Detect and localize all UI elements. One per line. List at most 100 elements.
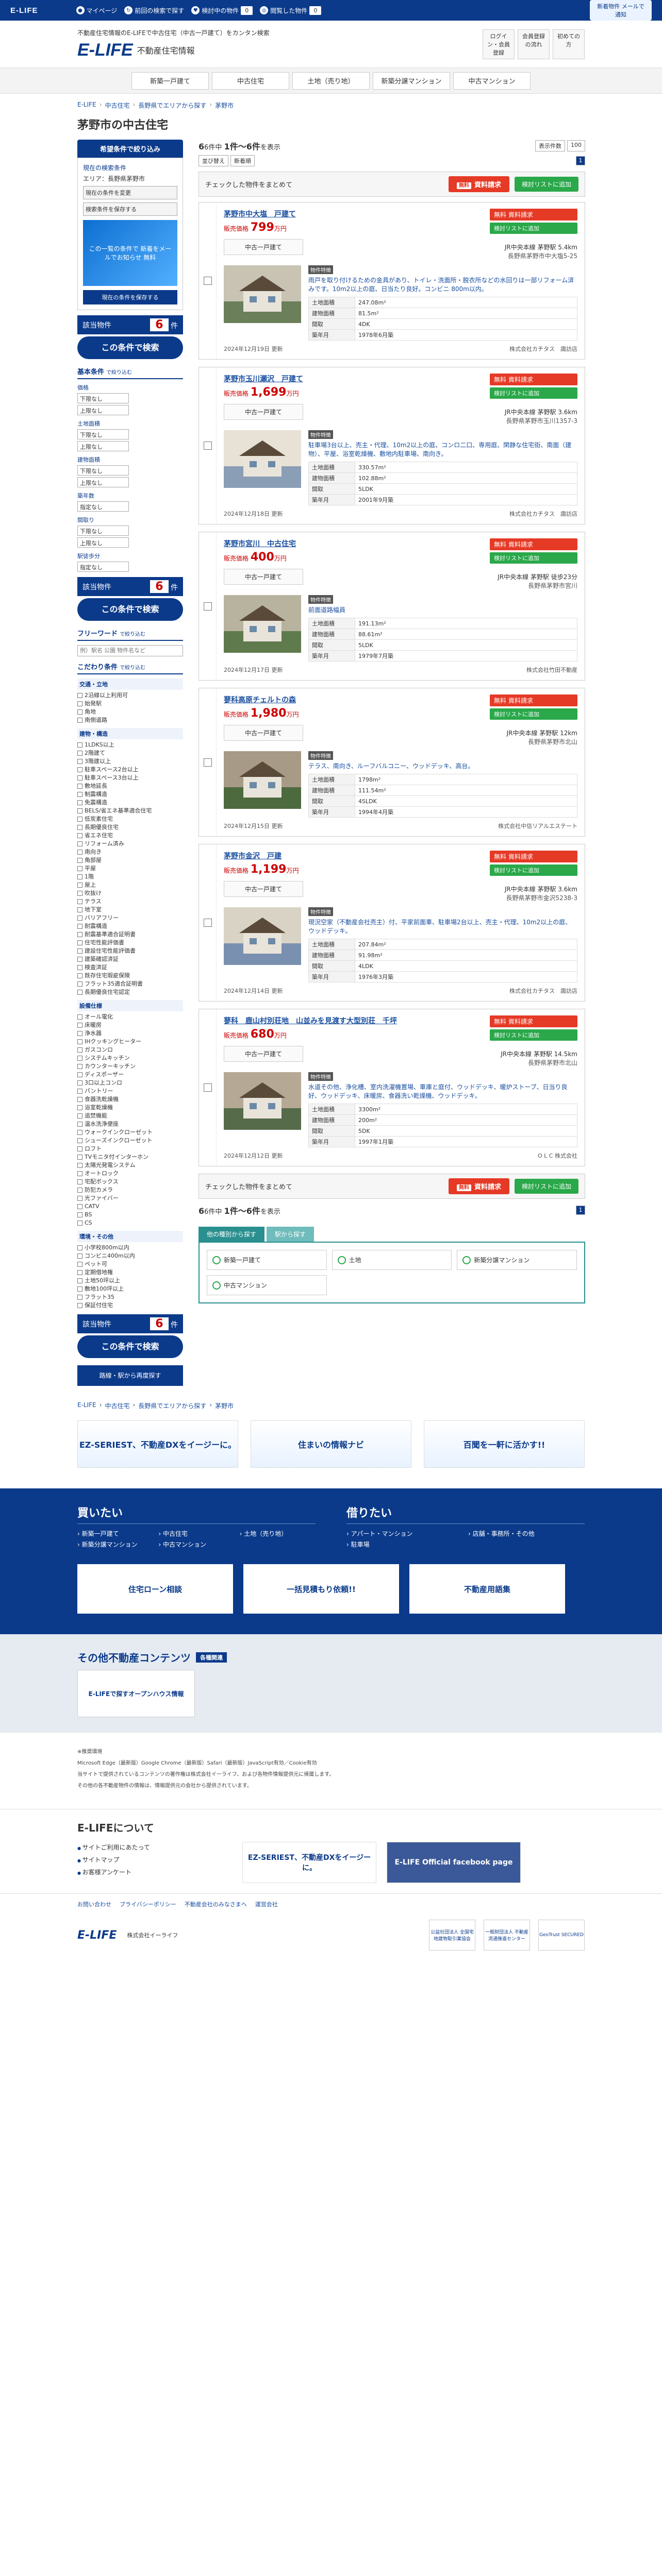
- land-max-select[interactable]: 上限なし: [77, 441, 129, 451]
- breadcrumb-category[interactable]: 中古住宅: [105, 101, 129, 110]
- viewed-link[interactable]: ◎ 閲覧した物件 0: [260, 6, 322, 15]
- pref-checkbox[interactable]: 1階: [77, 873, 183, 880]
- pref-checkbox[interactable]: オール電化: [77, 1013, 183, 1021]
- layout-max-select[interactable]: 上限なし: [77, 537, 129, 548]
- listing-favorite-button[interactable]: 検討リストに追加: [490, 387, 577, 399]
- footer-buy-used-house[interactable]: 中古住宅: [158, 1529, 234, 1538]
- listing-title[interactable]: 茅野市宮川 中古住宅: [224, 538, 296, 549]
- listing-favorite-button[interactable]: 検討リストに追加: [490, 865, 577, 876]
- tab-link-used-mansion[interactable]: 中古マンション: [207, 1275, 327, 1295]
- bulk-favorite-button-bottom[interactable]: 検討リストに追加: [514, 1179, 578, 1194]
- pref-checkbox[interactable]: 省エネ住宅: [77, 832, 183, 839]
- pref-checkbox[interactable]: 建設住宅性能評価書: [77, 947, 183, 955]
- pref-checkbox[interactable]: 角部屋: [77, 857, 183, 864]
- footer-buy-used-mansion[interactable]: 中古マンション: [158, 1540, 234, 1549]
- pref-checkbox[interactable]: ウォークインクローゼット: [77, 1129, 183, 1136]
- pref-checkbox[interactable]: ガスコンロ: [77, 1046, 183, 1054]
- banner-estimate[interactable]: 一括見積もり依頼!!: [243, 1564, 399, 1614]
- search-button-middle[interactable]: この条件で検索: [77, 598, 183, 621]
- footer-rent-store[interactable]: 店舗・事務所・その他: [468, 1529, 585, 1538]
- banner-open-house[interactable]: E-LIFEで探すオープンハウス情報: [77, 1670, 195, 1717]
- favorites-link[interactable]: ♥ 検討中の物件 0: [191, 6, 253, 15]
- pref-checkbox[interactable]: 3口以上コンロ: [77, 1079, 183, 1087]
- pref-checkbox[interactable]: CATV: [77, 1203, 183, 1210]
- about-ez-banner[interactable]: EZ-SERIEST、不動産DXをイージーに。: [242, 1842, 376, 1883]
- listing-checkbox[interactable]: [203, 1083, 212, 1092]
- listing-request-button[interactable]: 無料 資料請求: [490, 374, 577, 385]
- gnav-used-house[interactable]: 中古住宅: [212, 72, 289, 90]
- pref-checkbox[interactable]: カウンターキッチン: [77, 1063, 183, 1070]
- pref-checkbox[interactable]: 制震構造: [77, 791, 183, 798]
- login-button[interactable]: ログイン・会員登録: [483, 29, 515, 59]
- agent-link[interactable]: 不動産会社のみなさまへ: [185, 1900, 247, 1908]
- footer-logo[interactable]: E-LIFE: [77, 1929, 117, 1942]
- pref-checkbox[interactable]: 南側道路: [77, 717, 183, 724]
- listing-title[interactable]: 茅野市金沢 戸建: [224, 851, 299, 861]
- listing-favorite-button[interactable]: 検討リストに追加: [490, 552, 577, 564]
- pref-checkbox[interactable]: コンビニ400m以内: [77, 1252, 183, 1260]
- pref-checkbox[interactable]: BS: [77, 1211, 183, 1218]
- check-all-label-bottom[interactable]: チェックした物件をまとめて: [205, 1181, 292, 1191]
- pref-checkbox[interactable]: 地下室: [77, 906, 183, 913]
- pref-checkbox[interactable]: ロフト: [77, 1145, 183, 1153]
- pref-checkbox[interactable]: 3階建以上: [77, 758, 183, 765]
- footer-buy-new-mansion[interactable]: 新築分譲マンション: [77, 1540, 153, 1549]
- breadcrumb-bottom-home[interactable]: E-LIFE: [77, 1401, 96, 1410]
- listing-request-button[interactable]: 無料 資料請求: [490, 1015, 577, 1027]
- footer-buy-new-house[interactable]: 新築一戸建て: [77, 1529, 153, 1538]
- pref-checkbox[interactable]: 温水洗浄便座: [77, 1121, 183, 1128]
- about-sitemap-link[interactable]: サイトマップ: [77, 1854, 232, 1867]
- pref-checkbox[interactable]: バリアフリー: [77, 914, 183, 922]
- pref-checkbox[interactable]: 光ファイバー: [77, 1195, 183, 1202]
- listing-request-button[interactable]: 無料 資料請求: [490, 209, 577, 221]
- listing-photo[interactable]: [224, 751, 301, 809]
- pref-checkbox[interactable]: 敷地延長: [77, 783, 183, 790]
- search-button-top[interactable]: この条件で検索: [77, 336, 183, 359]
- tab-link-land[interactable]: 土地: [332, 1250, 452, 1270]
- tab-link-new-house[interactable]: 新築一戸建て: [207, 1250, 327, 1270]
- pref-checkbox[interactable]: 既存住宅瑕疵保険: [77, 972, 183, 979]
- listing-photo[interactable]: [224, 1072, 301, 1130]
- pref-checkbox[interactable]: 床暖房: [77, 1022, 183, 1029]
- bulk-request-button[interactable]: 無料 資料請求: [448, 176, 509, 192]
- pref-checkbox[interactable]: IHクッキングヒーター: [77, 1038, 183, 1045]
- pref-checkbox[interactable]: 始発駅: [77, 700, 183, 707]
- pref-checkbox[interactable]: フラット35: [77, 1294, 183, 1301]
- banner-glossary[interactable]: 不動産用語集: [409, 1564, 565, 1614]
- order-select[interactable]: 新着順: [230, 155, 255, 166]
- listing-checkbox[interactable]: [203, 277, 212, 285]
- listing-checkbox[interactable]: [203, 758, 212, 767]
- listing-request-button[interactable]: 無料 資料請求: [490, 851, 577, 862]
- pref-checkbox[interactable]: 検査済証: [77, 964, 183, 971]
- site-logo[interactable]: E-LIFE 不動産住宅情報: [77, 40, 270, 60]
- layout-min-select[interactable]: 下限なし: [77, 526, 129, 536]
- research-station-link[interactable]: 路線・駅から再度探す: [77, 1365, 183, 1386]
- pref-checkbox[interactable]: 南向き: [77, 849, 183, 856]
- pref-checkbox[interactable]: 屋上: [77, 882, 183, 889]
- listing-checkbox[interactable]: [203, 919, 212, 927]
- listing-photo[interactable]: [224, 595, 301, 653]
- pref-checkbox[interactable]: 定期借地権: [77, 1269, 183, 1276]
- pref-checkbox[interactable]: 浴室乾燥機: [77, 1104, 183, 1111]
- pref-checkbox[interactable]: 食器洗乾燥機: [77, 1096, 183, 1103]
- pref-checkbox[interactable]: CS: [77, 1219, 183, 1227]
- pref-checkbox[interactable]: 低炭素住宅: [77, 816, 183, 823]
- save-condition-button-2[interactable]: 現在の条件を保存する: [83, 290, 177, 304]
- gnav-used-mansion[interactable]: 中古マンション: [453, 72, 531, 90]
- pref-checkbox[interactable]: 平屋: [77, 865, 183, 872]
- footer-buy-land[interactable]: 土地（売り地）: [240, 1529, 316, 1538]
- pref-checkbox[interactable]: テラス: [77, 898, 183, 905]
- footer-rent-parking[interactable]: 駐車場: [346, 1540, 463, 1549]
- footer-rent-apartment[interactable]: アパート・マンション: [346, 1529, 463, 1538]
- pref-checkbox[interactable]: オートロック: [77, 1170, 183, 1177]
- breadcrumb-home[interactable]: E-LIFE: [77, 101, 96, 110]
- about-survey-link[interactable]: お客様アンケート: [77, 1867, 232, 1879]
- pref-checkbox[interactable]: 住宅性能評価書: [77, 939, 183, 946]
- contact-link[interactable]: お問い合わせ: [77, 1900, 111, 1908]
- banner-loan[interactable]: 住宅ローン相談: [77, 1564, 233, 1614]
- mail-promo[interactable]: 新着物件 メールで通知: [590, 0, 652, 21]
- pref-checkbox[interactable]: 長期優良住宅認定: [77, 989, 183, 996]
- listing-photo[interactable]: [224, 265, 301, 323]
- tab-link-new-mansion[interactable]: 新築分譲マンション: [457, 1250, 577, 1270]
- listing-photo[interactable]: [224, 430, 301, 488]
